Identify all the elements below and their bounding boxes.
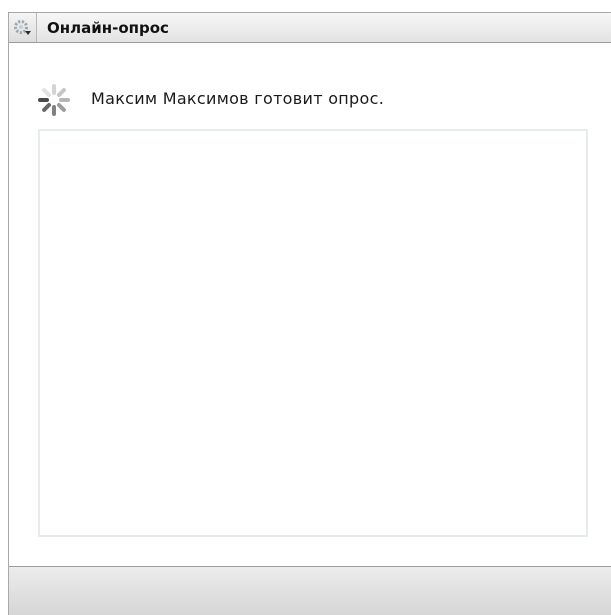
- pod-bottom-bar: [9, 566, 611, 615]
- pod-titlebar: Онлайн-опрос: [9, 13, 611, 43]
- gear-menu-icon: [14, 20, 31, 35]
- poll-content-area: [38, 129, 588, 537]
- pod-options-button[interactable]: [9, 13, 37, 42]
- loading-spinner-icon: [38, 84, 70, 116]
- pod-title: Онлайн-опрос: [47, 19, 169, 37]
- poll-status: Максим Максимов готовит опрос.: [37, 81, 597, 116]
- poll-pod-window: Онлайн-опрос Максим Максимов готовит опр…: [8, 12, 611, 615]
- status-message: Максим Максимов готовит опрос.: [91, 89, 385, 108]
